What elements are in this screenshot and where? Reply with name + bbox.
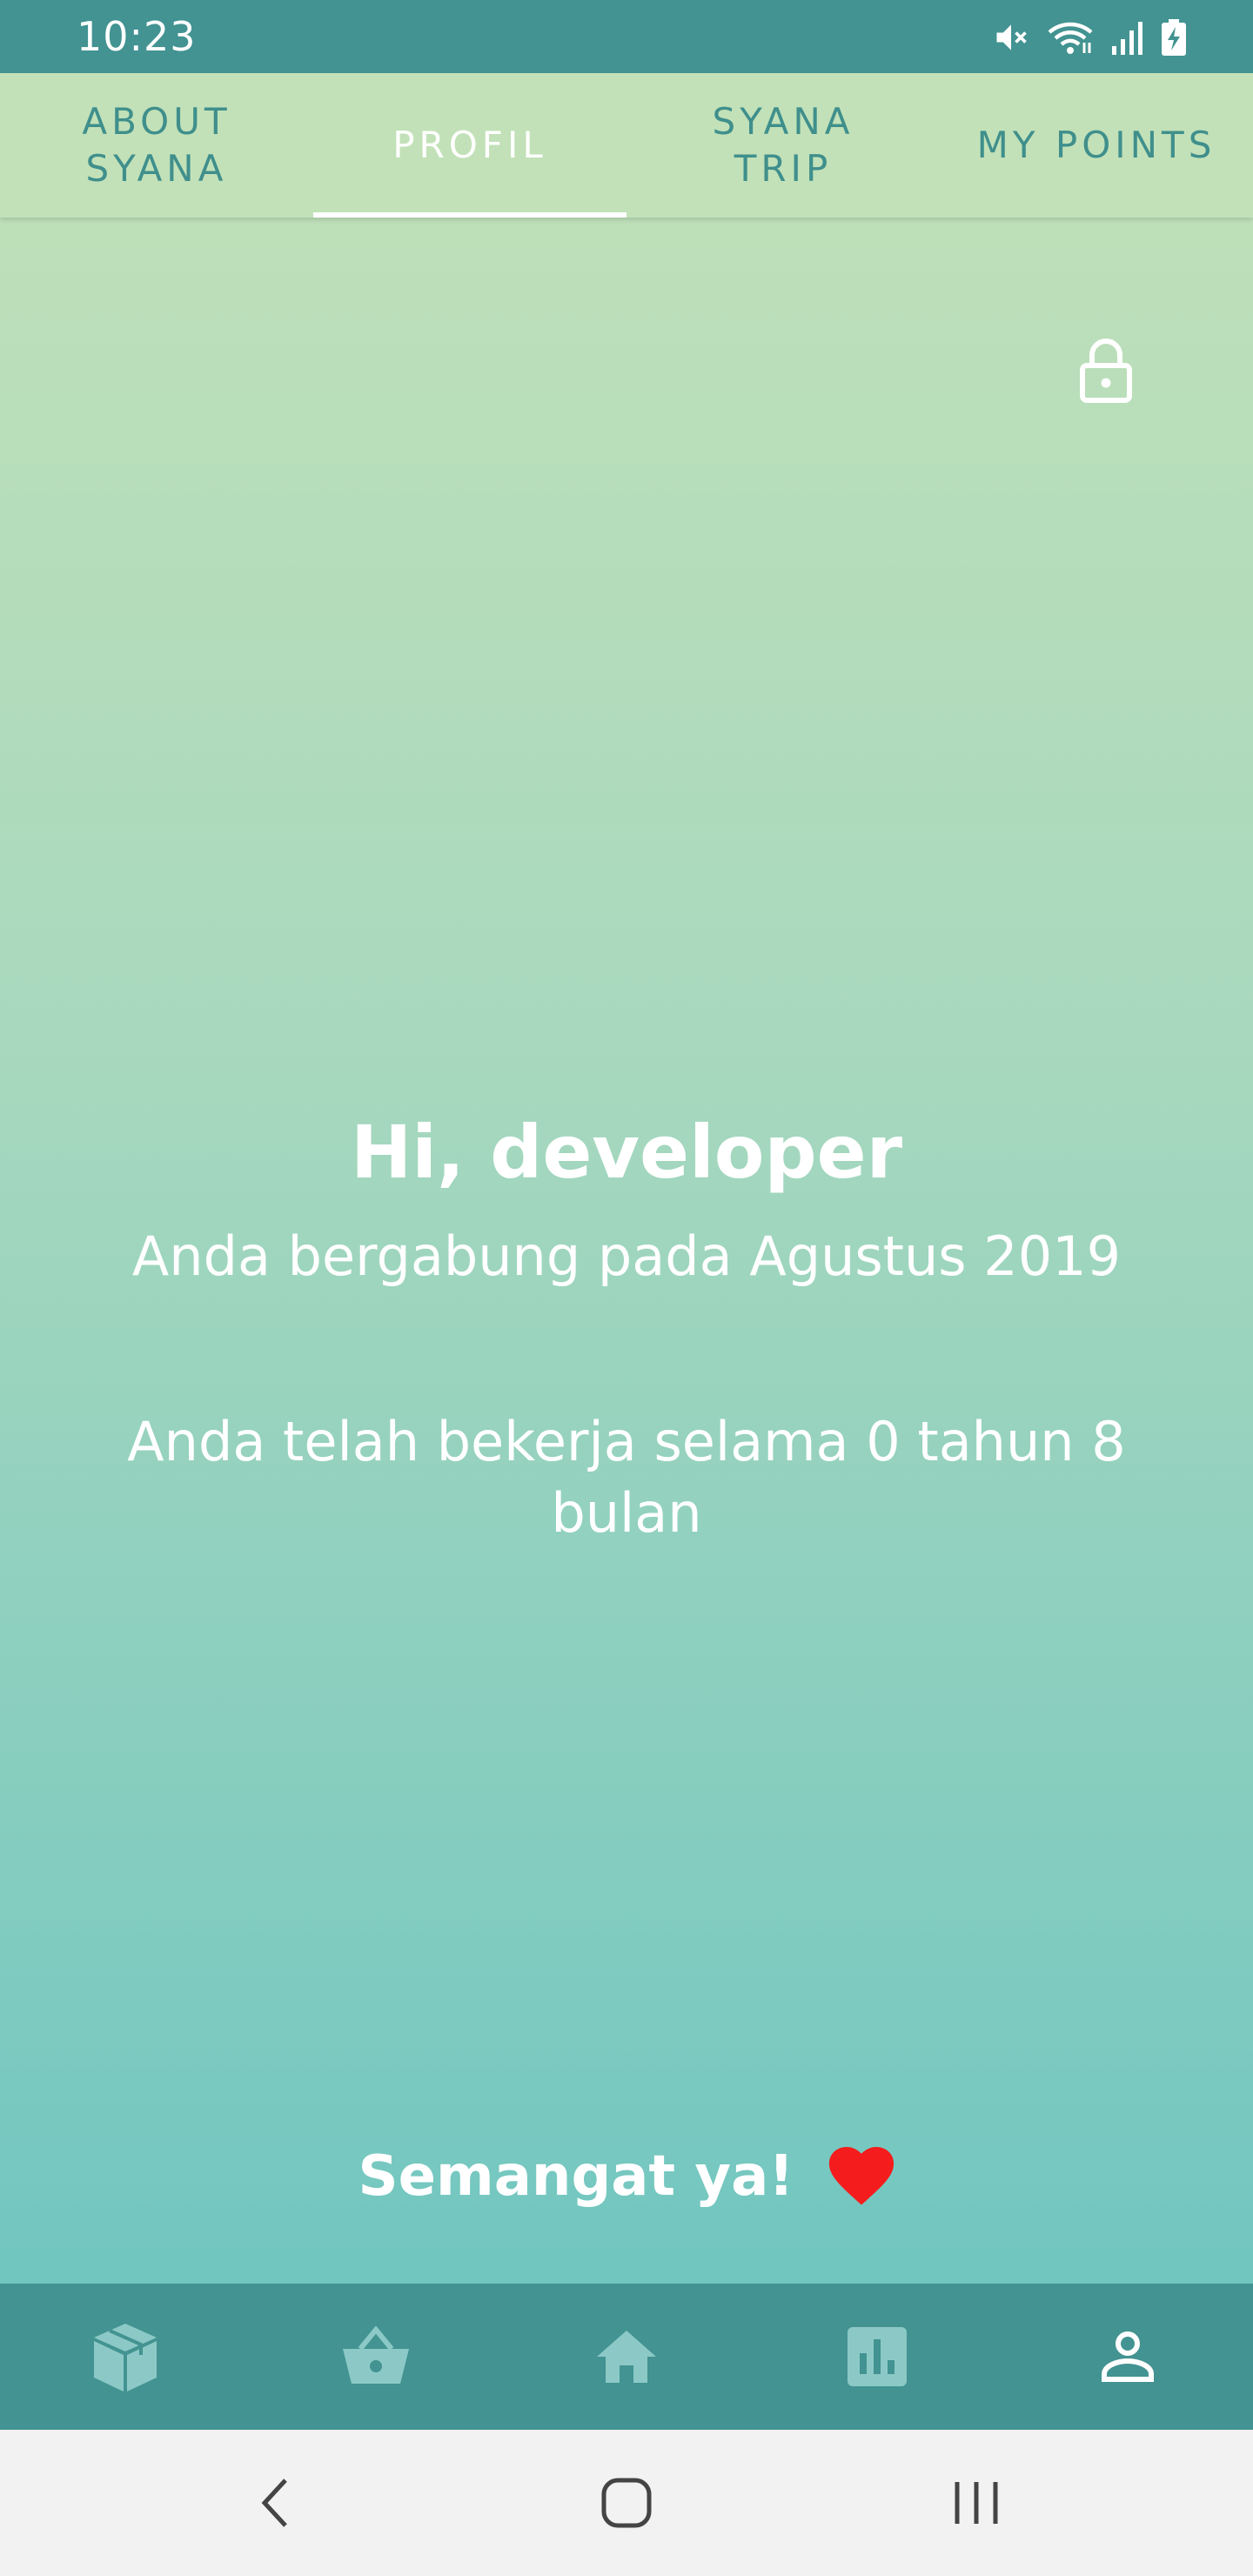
status-bar: 10:23	[0, 0, 1253, 73]
status-time: 10:23	[77, 13, 197, 60]
tab-profil[interactable]: PROFIL	[313, 73, 626, 218]
home-icon	[595, 2329, 658, 2385]
main-content: ABOUT SYANA PROFIL SYANA TRIP MY POINTS …	[0, 73, 1253, 2284]
basket-icon	[341, 2326, 411, 2387]
tab-my-points[interactable]: MY POINTS	[940, 73, 1253, 218]
nav-basket[interactable]	[251, 2284, 501, 2430]
nav-chart[interactable]	[752, 2284, 1002, 2430]
heart-icon	[828, 2147, 895, 2206]
wifi-icon	[1046, 18, 1095, 57]
chart-icon	[848, 2327, 907, 2386]
back-icon[interactable]	[223, 2468, 327, 2538]
signal-icon	[1110, 18, 1145, 57]
system-navigation-bar	[0, 2430, 1253, 2576]
encouragement-text: Semangat ya!	[358, 2144, 794, 2209]
encouragement-row: Semangat ya!	[0, 2137, 1253, 2216]
lock-icon[interactable]	[1075, 334, 1136, 404]
box-icon	[90, 2320, 160, 2393]
mute-icon	[992, 18, 1030, 57]
status-icons	[992, 16, 1187, 59]
tab-about-syana[interactable]: ABOUT SYANA	[0, 73, 313, 218]
joined-date-text: Anda bergabung pada Agustus 2019	[131, 1224, 1122, 1288]
tab-bar: ABOUT SYANA PROFIL SYANA TRIP MY POINTS	[0, 73, 1253, 218]
nav-profile[interactable]	[1002, 2284, 1253, 2430]
nav-home[interactable]	[501, 2284, 752, 2430]
home-button-icon[interactable]	[574, 2468, 679, 2538]
nav-box[interactable]	[0, 2284, 251, 2430]
greeting-text: Hi, developer	[350, 1110, 903, 1195]
recents-icon[interactable]	[924, 2468, 1029, 2538]
active-tab-indicator	[313, 212, 626, 218]
person-icon	[1101, 2331, 1155, 2383]
battery-charging-icon	[1161, 18, 1187, 57]
tab-syana-trip[interactable]: SYANA TRIP	[626, 73, 940, 218]
bottom-navigation	[0, 2284, 1253, 2430]
work-duration-text: Anda telah bekerja selama 0 tahun 8 bula…	[127, 1410, 1126, 1545]
